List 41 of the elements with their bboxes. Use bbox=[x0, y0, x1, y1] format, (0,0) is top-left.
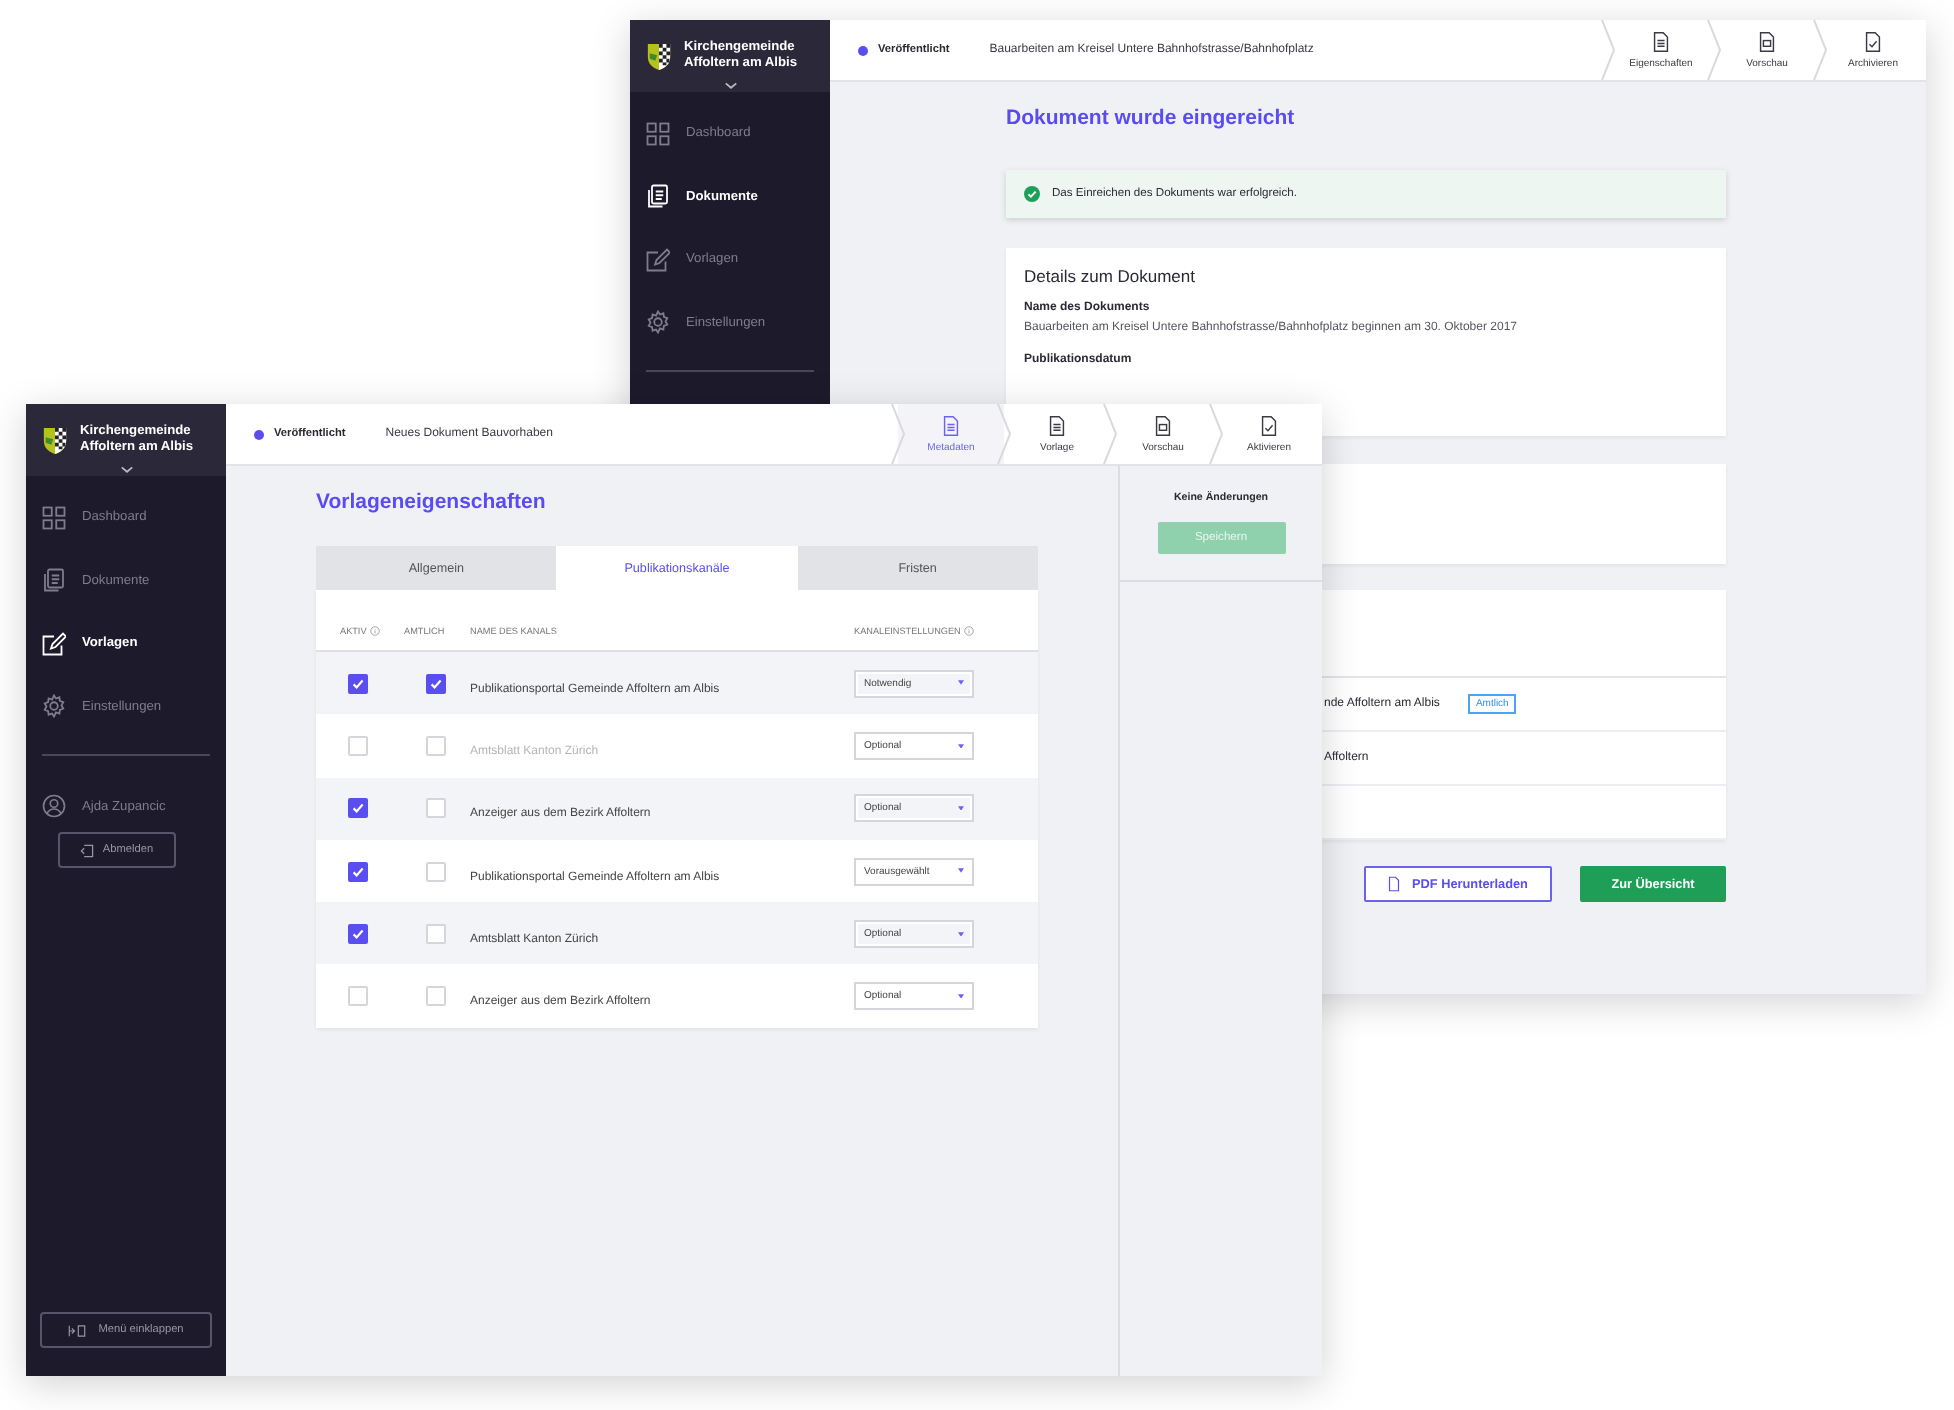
caret-icon bbox=[120, 466, 134, 474]
status-dot bbox=[858, 45, 868, 55]
document-icon bbox=[1154, 415, 1172, 435]
page-heading: Dokument wurde eingereicht bbox=[1006, 106, 1297, 134]
edit-icon bbox=[42, 631, 66, 656]
document-icon bbox=[1048, 415, 1066, 435]
card-title: Details zum Dokument bbox=[1024, 266, 1198, 286]
docs-icon bbox=[42, 568, 66, 593]
active-checkbox[interactable] bbox=[348, 923, 368, 944]
document-icon bbox=[1388, 876, 1401, 892]
active-checkbox[interactable] bbox=[348, 673, 368, 694]
status-dot bbox=[254, 429, 264, 439]
document-icon bbox=[1652, 31, 1670, 51]
document-icon bbox=[1758, 31, 1776, 51]
check-circle-icon bbox=[1024, 186, 1040, 202]
info-icon bbox=[370, 625, 381, 635]
grid-icon bbox=[42, 505, 66, 530]
document-check-icon bbox=[1864, 31, 1882, 51]
crest-icon bbox=[42, 425, 68, 455]
user-icon bbox=[42, 794, 66, 818]
dropdown-caret-icon bbox=[958, 931, 964, 937]
document-icon bbox=[942, 415, 960, 435]
document-check-icon bbox=[1260, 415, 1278, 435]
page-heading: Vorlageneigenschaften bbox=[316, 490, 548, 518]
dropdown-caret-icon bbox=[958, 805, 964, 811]
info-icon bbox=[964, 625, 975, 635]
gear-icon bbox=[646, 310, 670, 335]
grid-icon bbox=[646, 121, 670, 146]
edit-icon bbox=[646, 247, 670, 272]
collapse-icon bbox=[68, 1323, 87, 1337]
docs-icon bbox=[646, 184, 670, 209]
logout-icon bbox=[80, 843, 95, 857]
dropdown-caret-icon bbox=[958, 743, 964, 749]
gear-icon bbox=[42, 694, 66, 719]
dropdown-caret-icon bbox=[958, 868, 964, 874]
active-checkbox[interactable] bbox=[348, 861, 368, 882]
dropdown-caret-icon bbox=[958, 680, 964, 686]
crest-icon bbox=[646, 41, 672, 71]
active-checkbox[interactable] bbox=[348, 798, 368, 819]
caret-icon bbox=[724, 82, 738, 90]
official-checkbox[interactable] bbox=[425, 673, 445, 694]
